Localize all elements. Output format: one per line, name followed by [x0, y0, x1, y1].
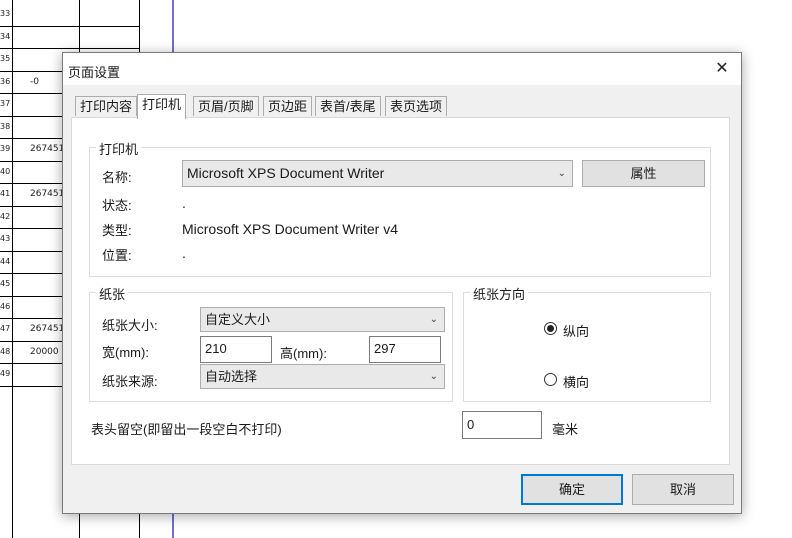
row-number: 40	[0, 166, 11, 176]
row-number: 42	[0, 211, 11, 221]
tab-table-head-tail[interactable]: 表首/表尾	[315, 96, 381, 116]
paper-source-label: 纸张来源:	[102, 374, 158, 389]
tab-print-content[interactable]: 打印内容	[75, 96, 138, 116]
row-number: 36	[0, 76, 11, 86]
orientation-group: 纸张方向 纵向 横向	[463, 284, 711, 402]
printer-location-label: 位置:	[102, 248, 132, 263]
cell-value: 267451	[30, 189, 65, 199]
printer-type-label: 类型:	[102, 223, 132, 238]
row-number: 47	[0, 324, 11, 333]
grid-line	[0, 25, 140, 27]
paper-group-label: 纸张	[96, 284, 129, 303]
chevron-down-icon: ⌄	[557, 168, 566, 179]
cell-value: 267451	[30, 144, 65, 154]
printer-properties-button[interactable]: 属性	[582, 160, 705, 187]
header-reserve-label: 表头留空(即留出一段空白不打印)	[91, 422, 282, 437]
printer-status-value: .	[182, 195, 186, 211]
paper-source-dropdown[interactable]: 自动选择 ⌄	[200, 364, 445, 389]
row-number: 44	[0, 256, 11, 266]
chevron-down-icon: ⌄	[429, 371, 438, 382]
row-number: 45	[0, 279, 11, 288]
printer-status-label: 状态:	[102, 198, 132, 213]
printer-group-label: 打印机	[96, 139, 142, 158]
paper-width-label: 宽(mm):	[102, 345, 149, 360]
chevron-down-icon: ⌄	[429, 314, 438, 325]
paper-size-dropdown[interactable]: 自定义大小 ⌄	[200, 307, 445, 332]
row-number: 46	[0, 301, 11, 311]
header-reserve-input[interactable]: 0	[462, 411, 542, 439]
tab-printer[interactable]: 打印机	[137, 94, 187, 119]
header-reserve-unit: 毫米	[552, 422, 579, 437]
row-number: 33	[0, 9, 11, 18]
row-number: 48	[0, 346, 11, 356]
printer-name-label: 名称:	[102, 170, 132, 185]
landscape-label[interactable]: 横向	[563, 372, 589, 391]
printer-location-value: .	[182, 245, 186, 261]
paper-width-input[interactable]: 210	[200, 336, 272, 363]
paper-group: 纸张 纸张大小: 自定义大小 ⌄ 宽(mm): 210 高(mm): 297 纸…	[89, 284, 453, 402]
row-number: 49	[0, 369, 11, 378]
row-number: 38	[0, 121, 11, 131]
grid-line	[0, 48, 140, 49]
printer-type-value: Microsoft XPS Document Writer v4	[182, 221, 399, 237]
row-number: 43	[0, 234, 11, 243]
tab-header-footer[interactable]: 页眉/页脚	[193, 96, 259, 116]
paper-source-value: 自动选择	[205, 369, 258, 384]
printer-tab-panel: 打印机 名称: Microsoft XPS Document Writer ⌄ …	[71, 117, 730, 465]
printer-group: 打印机 名称: Microsoft XPS Document Writer ⌄ …	[89, 139, 711, 277]
orientation-group-label: 纸张方向	[470, 284, 529, 303]
portrait-radio[interactable]	[544, 322, 557, 335]
printer-name-dropdown[interactable]: Microsoft XPS Document Writer ⌄	[182, 160, 573, 187]
grid-line	[12, 0, 13, 538]
title-bar: 页面设置 ✕	[63, 53, 741, 85]
cell-value: 267451	[30, 324, 65, 334]
page-setup-dialog: 页面设置 ✕ 打印内容 打印机 页眉/页脚 页边距 表首/表尾 表页选项 打印机…	[62, 52, 742, 514]
paper-height-input[interactable]: 297	[369, 336, 441, 363]
tab-table-page-options[interactable]: 表页选项	[385, 96, 448, 116]
row-number: 39	[0, 144, 11, 153]
cell-value: -0	[30, 76, 39, 87]
close-icon[interactable]: ✕	[711, 58, 733, 80]
tab-margins[interactable]: 页边距	[263, 96, 313, 116]
dialog-title: 页面设置	[68, 65, 121, 80]
printer-name-value: Microsoft XPS Document Writer	[187, 165, 385, 181]
row-number: 34	[0, 31, 11, 41]
row-number: 37	[0, 99, 11, 108]
portrait-label[interactable]: 纵向	[563, 321, 589, 340]
cell-value: 20000	[30, 346, 59, 357]
paper-size-label: 纸张大小:	[102, 318, 158, 333]
row-number: 35	[0, 54, 11, 63]
ok-button[interactable]: 确定	[521, 474, 623, 505]
landscape-radio[interactable]	[544, 373, 557, 386]
row-number: 41	[0, 189, 11, 198]
paper-size-value: 自定义大小	[205, 312, 271, 327]
cancel-button[interactable]: 取消	[632, 474, 734, 505]
paper-height-label: 高(mm):	[280, 346, 327, 361]
